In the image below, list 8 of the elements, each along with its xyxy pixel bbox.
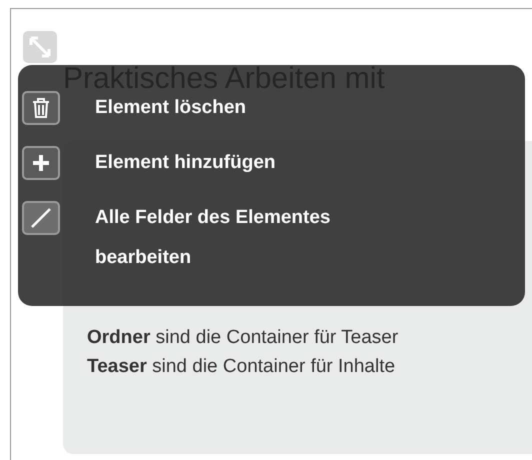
menu-item[interactable]: Alle Felder des Elementes bearbeiten	[95, 198, 395, 278]
menu-item[interactable]: Element löschen	[95, 88, 246, 128]
menu-item[interactable]: Element hinzufügen	[95, 143, 276, 183]
trash-icon[interactable]	[22, 91, 60, 125]
plus-icon[interactable]	[22, 146, 60, 180]
panel-text: Teaser sind die Container für Inhalte	[87, 355, 396, 379]
panel-text: Ordner sind die Container für Teaser	[87, 326, 398, 350]
pencil-icon[interactable]	[22, 201, 60, 235]
